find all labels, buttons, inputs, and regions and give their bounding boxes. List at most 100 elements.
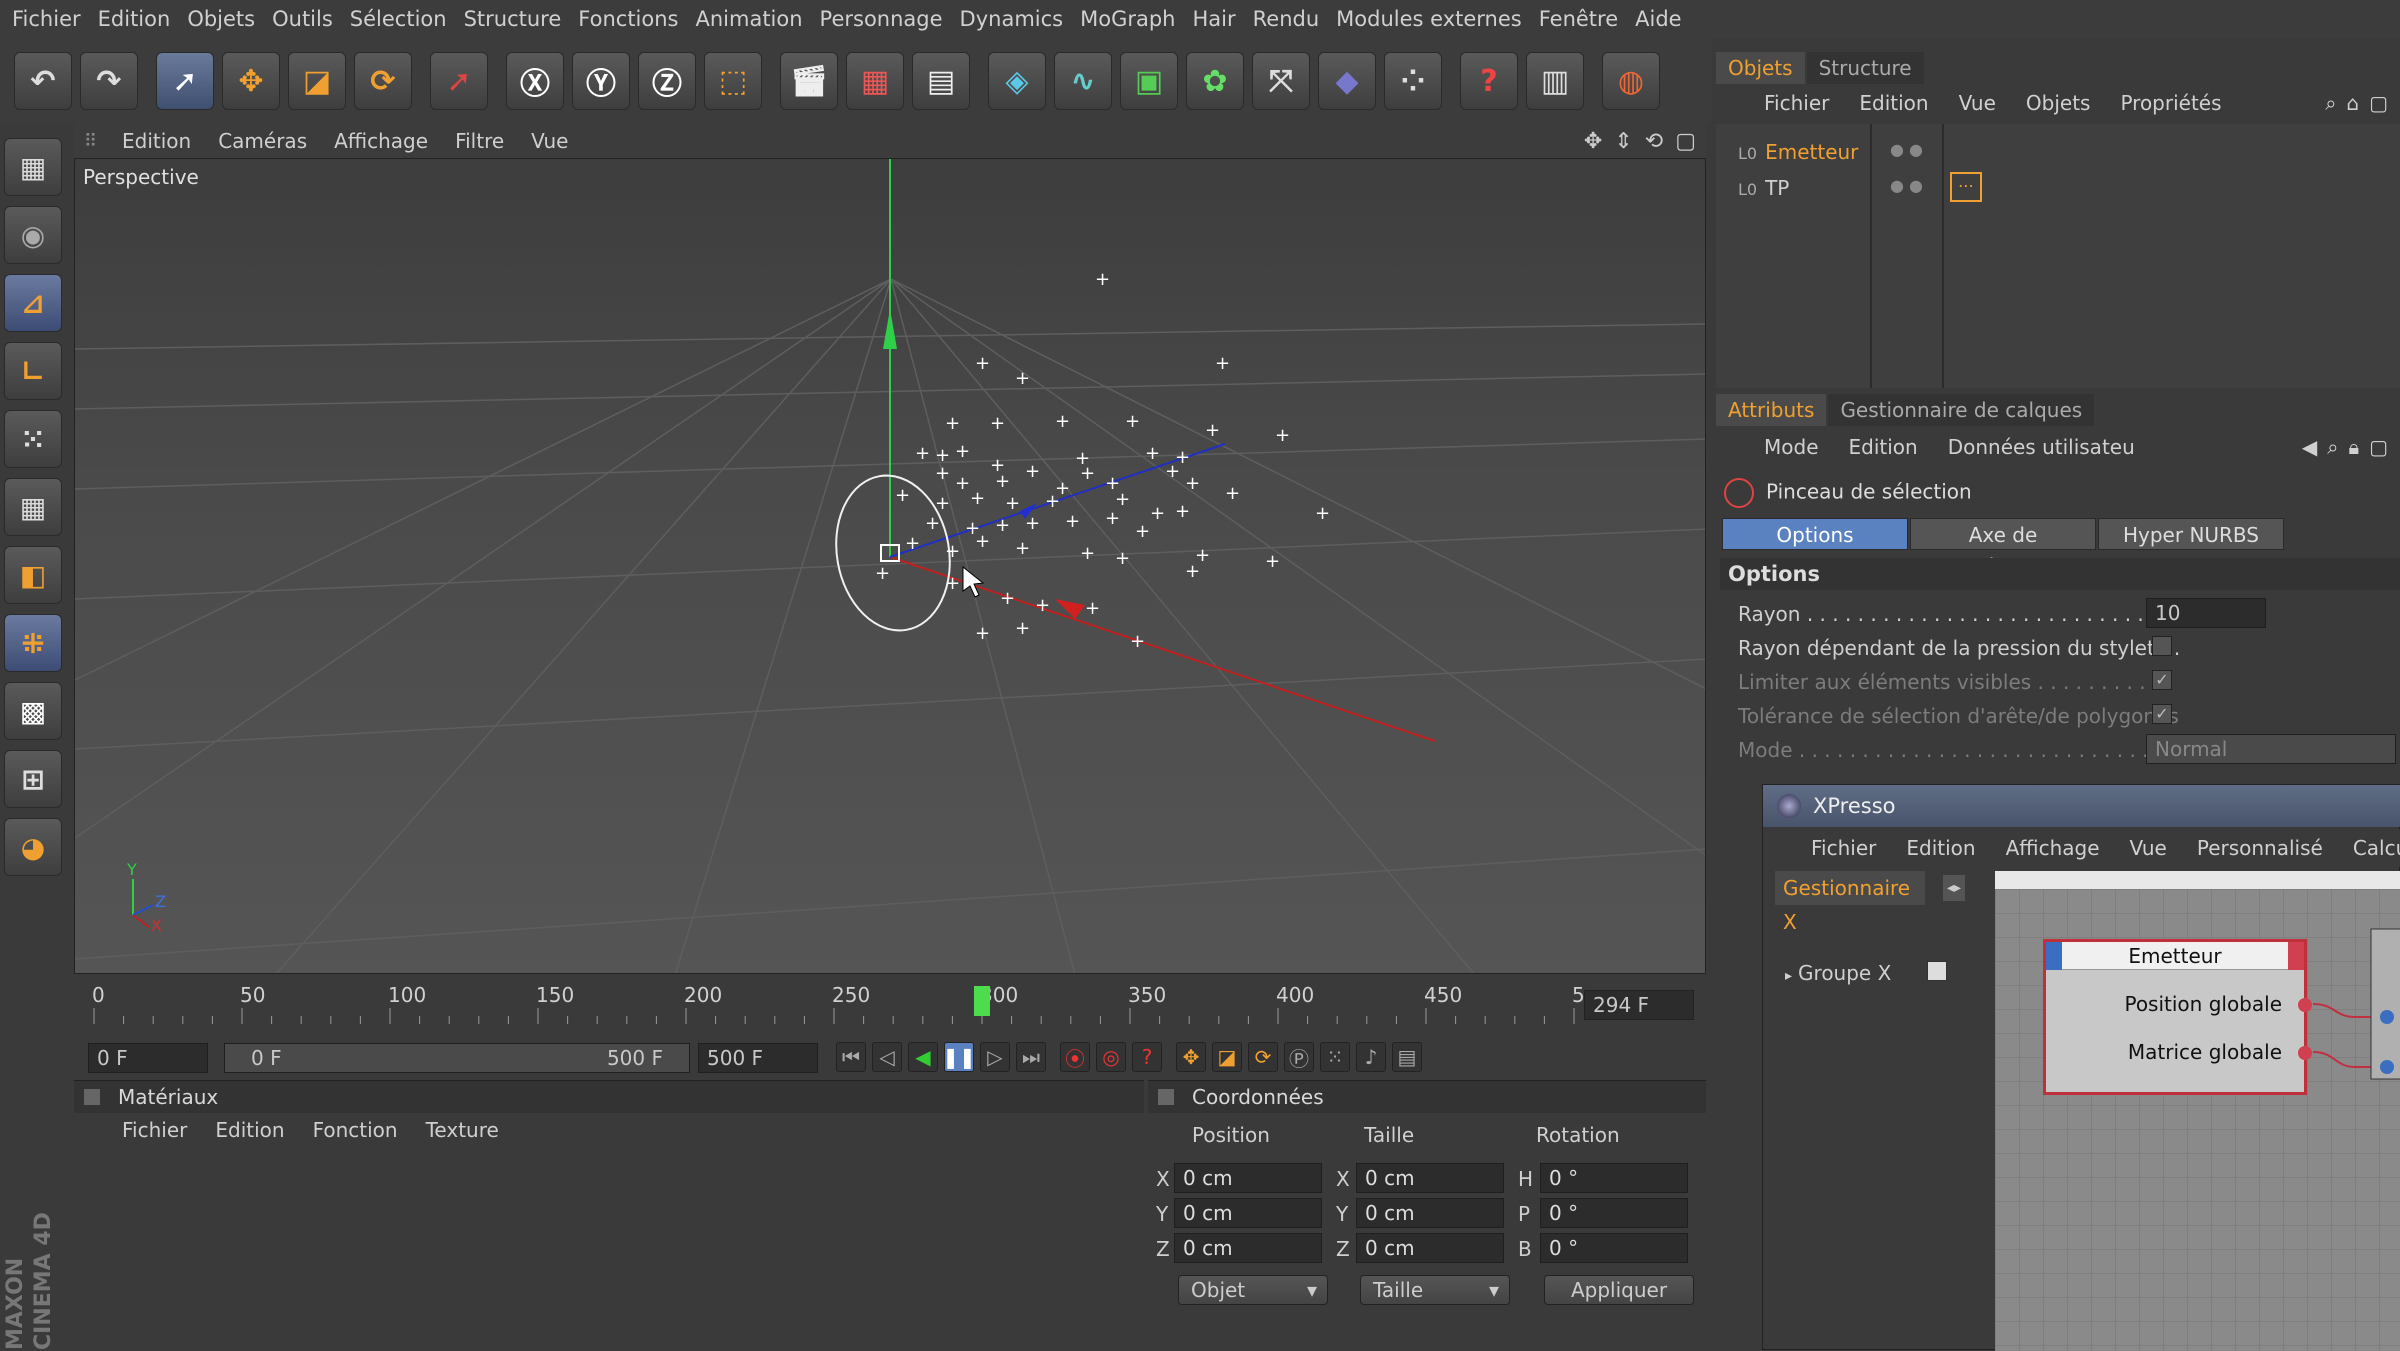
tab-objets[interactable]: Objets bbox=[1716, 52, 1805, 84]
size-x-field[interactable]: 0 cm bbox=[1356, 1163, 1504, 1193]
redo-button[interactable]: ↷ bbox=[80, 52, 138, 110]
coord-size-select[interactable]: Taille ▾ bbox=[1360, 1275, 1510, 1305]
maximize-icon[interactable]: ▢ bbox=[2369, 91, 2388, 115]
go-end-button[interactable]: ⏭︎ bbox=[1016, 1042, 1046, 1072]
xgroup-manager-tab[interactable]: Gestionnaire X bbox=[1775, 871, 1925, 934]
vp-menu-vue[interactable]: Vue bbox=[531, 129, 568, 153]
scale-button[interactable]: ◪ bbox=[288, 52, 346, 110]
coordinate-system-button[interactable]: ⬚ bbox=[704, 52, 762, 110]
xp-menu-vue[interactable]: Vue bbox=[2130, 836, 2167, 860]
menu-mograph[interactable]: MoGraph bbox=[1080, 7, 1192, 31]
search-icon[interactable]: ⌕ bbox=[2327, 435, 2338, 459]
subtab-axe-modelisation[interactable]: Axe de modélisation bbox=[1910, 518, 2096, 579]
x-axis-lock-button[interactable]: Ⓧ bbox=[506, 52, 564, 110]
points-mode-button[interactable]: ⁙ bbox=[4, 410, 62, 468]
pos-x-field[interactable]: 0 cm bbox=[1174, 1163, 1322, 1193]
xp-menu-calculer[interactable]: Calculer bbox=[2353, 836, 2400, 860]
z-axis-lock-button[interactable]: Ⓩ bbox=[638, 52, 696, 110]
playhead[interactable] bbox=[974, 986, 990, 1016]
deformer-button[interactable]: ⤧ bbox=[1252, 52, 1310, 110]
subtab-options[interactable]: Options bbox=[1722, 518, 1908, 550]
rot-b-field[interactable]: 0 ° bbox=[1540, 1233, 1688, 1263]
edges-mode-button[interactable]: ▦ bbox=[4, 478, 62, 536]
sculpt-button[interactable]: ◕ bbox=[4, 818, 62, 876]
xp-menu-edition[interactable]: Edition bbox=[1906, 836, 1975, 860]
menu-edition[interactable]: Edition bbox=[98, 7, 188, 31]
rot-h-field[interactable]: 0 ° bbox=[1540, 1163, 1688, 1193]
tab-gestionnaire-calques[interactable]: Gestionnaire de calques bbox=[1828, 394, 2095, 426]
menu-objets[interactable]: Objets bbox=[187, 7, 272, 31]
object-row-tp[interactable]: L0 TP bbox=[1738, 176, 1789, 200]
array-button[interactable]: ✿ bbox=[1186, 52, 1244, 110]
attr-menu-donnees[interactable]: Données utilisateu bbox=[1948, 435, 2135, 459]
panel-toggle-icon[interactable] bbox=[1158, 1089, 1174, 1105]
rayon-field[interactable]: 10 bbox=[2146, 598, 2266, 628]
search-icon[interactable]: ⌕ bbox=[2325, 91, 2336, 115]
visibility-dots[interactable]: ● ● bbox=[1890, 140, 1923, 159]
menu-personnage[interactable]: Personnage bbox=[820, 7, 960, 31]
panel-toggle-icon[interactable] bbox=[84, 1089, 100, 1105]
lock-icon[interactable]: 🔒︎ bbox=[2348, 435, 2359, 459]
start-frame-field[interactable]: 0 F bbox=[88, 1043, 208, 1073]
range-slider[interactable]: 0 F 500 F bbox=[224, 1043, 690, 1073]
polygons-mode-button[interactable]: ◧ bbox=[4, 546, 62, 604]
menu-fenetre[interactable]: Fenêtre bbox=[1539, 7, 1635, 31]
menu-structure[interactable]: Structure bbox=[464, 7, 579, 31]
xp-menu-fichier[interactable]: Fichier bbox=[1811, 836, 1876, 860]
obj-menu-proprietes[interactable]: Propriétés bbox=[2120, 91, 2221, 115]
pressure-checkbox[interactable] bbox=[2152, 636, 2172, 656]
timeline-layout-button[interactable]: ▤ bbox=[1392, 1042, 1422, 1072]
vp-menu-cameras[interactable]: Caméras bbox=[218, 129, 307, 153]
size-z-field[interactable]: 0 cm bbox=[1356, 1233, 1504, 1263]
collapse-arrows-icon[interactable]: ◂▸ bbox=[1943, 875, 1965, 901]
maximize-icon[interactable]: ▢ bbox=[2369, 435, 2388, 459]
mat-menu-fonction[interactable]: Fonction bbox=[313, 1118, 398, 1142]
visible-only-checkbox[interactable]: ✓ bbox=[2152, 670, 2172, 690]
y-axis-lock-button[interactable]: Ⓨ bbox=[572, 52, 630, 110]
menu-modules-externes[interactable]: Modules externes bbox=[1336, 7, 1539, 31]
xp-menu-personnalise[interactable]: Personnalisé bbox=[2197, 836, 2323, 860]
timeline[interactable]: 050100150200250300350400450500 294 F bbox=[74, 976, 1706, 1036]
rotate-button[interactable]: ⟳ bbox=[354, 52, 412, 110]
attr-menu-mode[interactable]: Mode bbox=[1764, 435, 1819, 459]
vp-orbit-icon[interactable]: ⟲ bbox=[1645, 129, 1663, 154]
menu-fonctions[interactable]: Fonctions bbox=[578, 7, 695, 31]
menu-selection[interactable]: Sélection bbox=[350, 7, 464, 31]
vp-menu-affichage[interactable]: Affichage bbox=[334, 129, 428, 153]
obj-menu-edition[interactable]: Edition bbox=[1859, 91, 1928, 115]
nurbs-button[interactable]: ▣ bbox=[1120, 52, 1178, 110]
go-start-button[interactable]: ⏮︎ bbox=[836, 1042, 866, 1072]
move-button[interactable]: ✥ bbox=[222, 52, 280, 110]
menu-animation[interactable]: Animation bbox=[695, 7, 819, 31]
undo-button[interactable]: ↶ bbox=[14, 52, 72, 110]
render-picture-viewer-button[interactable]: ▦ bbox=[846, 52, 904, 110]
next-key-button[interactable]: ▷ bbox=[980, 1042, 1010, 1072]
vp-menu-edition[interactable]: Edition bbox=[122, 129, 191, 153]
mode-select[interactable]: Normal bbox=[2146, 734, 2396, 764]
help-button[interactable]: ? bbox=[1460, 52, 1518, 110]
auto-key-button[interactable]: ◎ bbox=[1096, 1042, 1126, 1072]
apply-button[interactable]: Appliquer bbox=[1544, 1275, 1694, 1305]
x-axis-handle[interactable] bbox=[1055, 599, 1085, 619]
perspective-viewport[interactable]: + + + + + + + + + + + + + + + + + + + + + + + + + + + + + + + + … bbox=[74, 158, 1706, 974]
mat-menu-edition[interactable]: Edition bbox=[215, 1118, 284, 1142]
attr-menu-edition[interactable]: Edition bbox=[1849, 435, 1918, 459]
mat-menu-texture[interactable]: Texture bbox=[426, 1118, 499, 1142]
obj-menu-vue[interactable]: Vue bbox=[1959, 91, 1996, 115]
rot-p-field[interactable]: 0 ° bbox=[1540, 1198, 1688, 1228]
menu-fichier[interactable]: Fichier bbox=[12, 7, 98, 31]
cube-button[interactable]: ◈ bbox=[988, 52, 1046, 110]
menu-dynamics[interactable]: Dynamics bbox=[960, 7, 1081, 31]
key-scale-button[interactable]: ◪ bbox=[1212, 1042, 1242, 1072]
end-frame-field[interactable]: 500 F bbox=[698, 1043, 818, 1073]
last-tool-button[interactable]: ➚ bbox=[430, 52, 488, 110]
tab-attributs[interactable]: Attributs bbox=[1716, 394, 1827, 426]
pause-button[interactable]: ❚❚ bbox=[942, 1042, 976, 1072]
prev-key-button[interactable]: ◁ bbox=[872, 1042, 902, 1072]
model-mode-button[interactable]: ▦ bbox=[4, 138, 62, 196]
spline-button[interactable]: ∿ bbox=[1054, 52, 1112, 110]
particles-button[interactable]: ⁘ bbox=[1384, 52, 1442, 110]
key-rotation-button[interactable]: ⟳ bbox=[1248, 1042, 1278, 1072]
web-button[interactable]: ◍ bbox=[1602, 52, 1660, 110]
xp-menu-affichage[interactable]: Affichage bbox=[2006, 836, 2100, 860]
